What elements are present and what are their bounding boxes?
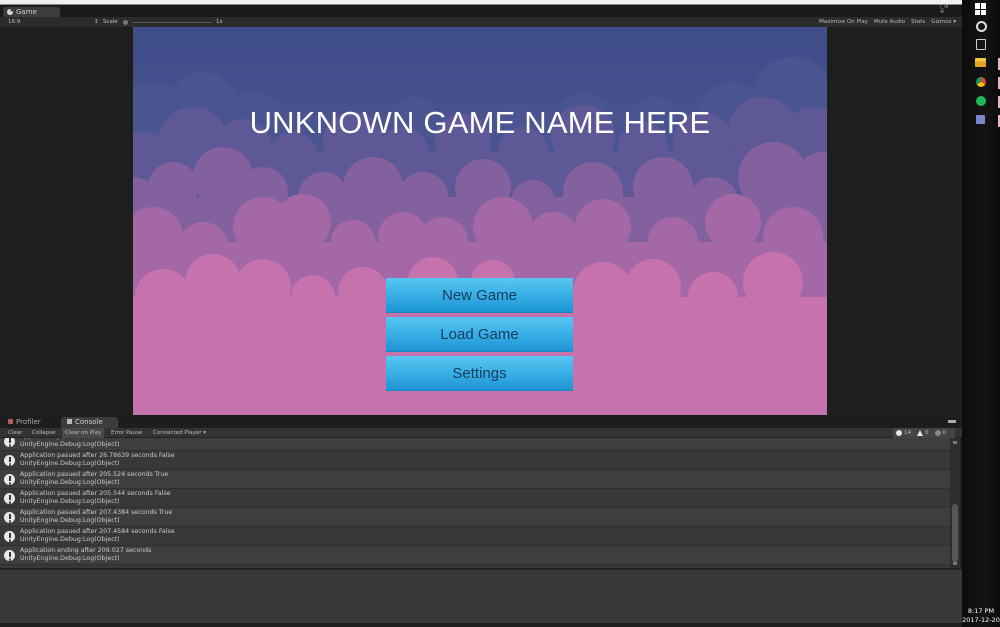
collapse-toggle[interactable]: Collapse [29,428,58,438]
warning-count: 0 [925,430,929,436]
unity-editor: Game □× ≡ 16:9 ↕ Scale 1x Maximize On Pl… [0,0,962,627]
warning-filter-toggle[interactable]: 0 [917,428,929,438]
info-icon [4,474,15,485]
scroll-down-arrow-icon[interactable] [953,562,957,565]
tab-console-label: Console [75,418,103,426]
gizmos-dropdown[interactable]: Gizmos ▾ [931,17,956,27]
scale-slider-handle[interactable] [123,20,128,25]
tab-profiler[interactable]: Profiler [2,417,58,428]
info-icon [4,438,15,447]
tab-game-label: Game [16,8,37,16]
info-icon [4,455,15,466]
log-message: Application pasued after 205.544 seconds… [20,490,171,497]
toolbar-toggles: Maximize On Play Mute Audio Stats Gizmos… [819,17,956,27]
log-message: Application pasued after 26.78639 second… [20,438,172,440]
log-entry[interactable]: Application pasued after 205.524 seconds… [0,470,950,489]
error-pause-toggle[interactable]: Error Pause [108,428,145,438]
log-entry[interactable]: Application pasued after 26.78639 second… [0,438,950,451]
scroll-up-arrow-icon[interactable] [953,441,957,444]
log-source: UnityEngine.Debug:Log(Object) [20,479,120,486]
log-source: UnityEngine.Debug:Log(Object) [20,460,120,467]
info-icon [896,430,902,436]
taskbar-clock[interactable]: 8:17 PM 2017-12-20 [962,607,1000,625]
profiler-icon [8,419,13,424]
game-tab-bar: Game [0,5,962,18]
log-entry[interactable]: Application pasued after 207.4384 second… [0,508,950,527]
window-controls: □× ≡ [940,5,949,15]
clear-button[interactable]: Clear [5,428,25,438]
window-menu-icon[interactable]: ≡ [940,10,949,15]
clock-date: 2017-12-20 [962,616,1000,624]
log-detail-pane [0,569,962,623]
log-message: Application pasued after 26.78639 second… [20,452,175,459]
log-entry[interactable]: Application pasued after 207.4584 second… [0,527,950,546]
panel-menu-icon[interactable] [948,420,956,423]
connected-player-dropdown[interactable]: Connected Player ▾ [150,428,209,438]
warning-icon [917,430,923,436]
spotify-icon[interactable] [976,96,986,106]
panel-tab-bar: Profiler Console [0,415,962,428]
console-log-list: Application pasued after 26.78639 second… [0,438,950,568]
log-message: Application pasued after 207.4584 second… [20,528,175,535]
maximize-on-play-toggle[interactable]: Maximize On Play [819,17,868,27]
log-message: Application pasued after 207.4384 second… [20,509,173,516]
discord-icon[interactable] [976,115,985,124]
aspect-dropdown[interactable]: 16:9 [8,17,20,27]
console-toolbar: Clear Collapse Clear on Play Error Pause… [0,428,962,438]
game-title: UNKNOWN GAME NAME HERE [249,105,711,140]
log-source: UnityEngine.Debug:Log(Object) [20,517,120,524]
status-bar [0,623,962,627]
info-icon [4,512,15,523]
file-explorer-icon[interactable] [975,58,986,67]
screen: Game □× ≡ 16:9 ↕ Scale 1x Maximize On Pl… [0,0,1000,627]
cortana-icon[interactable] [976,21,987,32]
tab-profiler-label: Profiler [16,418,41,426]
log-message: Application ending after 209.027 seconds [20,547,152,554]
log-count: 14 [904,430,911,436]
log-entry[interactable]: Application ending after 209.027 seconds… [0,546,950,565]
aspect-dropdown-arrow-icon[interactable]: ↕ [94,17,99,27]
console-scrollbar[interactable] [950,438,960,568]
scale-value: 1x [216,19,223,25]
clock-time: 8:17 PM [967,607,995,615]
log-source: UnityEngine.Debug:Log(Object) [20,498,120,505]
settings-button[interactable]: Settings [386,356,573,391]
windows-start-icon[interactable] [975,3,987,15]
game-toolbar: 16:9 ↕ Scale 1x Maximize On Play Mute Au… [0,17,962,27]
new-game-button[interactable]: New Game [386,278,573,313]
log-entry[interactable]: Application pasued after 205.544 seconds… [0,489,950,508]
chrome-icon[interactable] [976,77,986,87]
log-filter-counts: 14 0 0 [893,428,955,438]
log-source: UnityEngine.Debug:Log(Object) [20,441,120,448]
scale-label: Scale [103,19,118,25]
clear-on-play-toggle[interactable]: Clear on Play [62,428,105,438]
info-icon [4,531,15,542]
load-game-button[interactable]: Load Game [386,317,573,352]
console-icon [67,419,72,424]
task-view-icon[interactable] [976,39,986,50]
scale-slider[interactable] [132,22,212,23]
scrollbar-thumb[interactable] [952,504,958,562]
game-view: UNKNOWN GAME NAME HERE New Game Load Gam… [133,27,827,415]
stats-toggle[interactable]: Stats [911,17,925,27]
log-source: UnityEngine.Debug:Log(Object) [20,555,120,562]
windows-taskbar [962,0,1000,627]
mute-audio-toggle[interactable]: Mute Audio [874,17,905,27]
tab-console[interactable]: Console [61,417,118,428]
log-entry[interactable]: Application pasued after 26.78639 second… [0,451,950,470]
log-filter-toggle[interactable]: 14 [896,428,911,438]
error-count: 0 [942,430,947,436]
error-filter-toggle[interactable]: 0 [934,428,947,438]
info-icon [4,493,15,504]
log-source: UnityEngine.Debug:Log(Object) [20,536,120,543]
error-icon [934,430,941,436]
pacman-icon [7,9,13,15]
log-message: Application pasued after 205.524 seconds… [20,471,169,478]
info-icon [4,550,15,561]
